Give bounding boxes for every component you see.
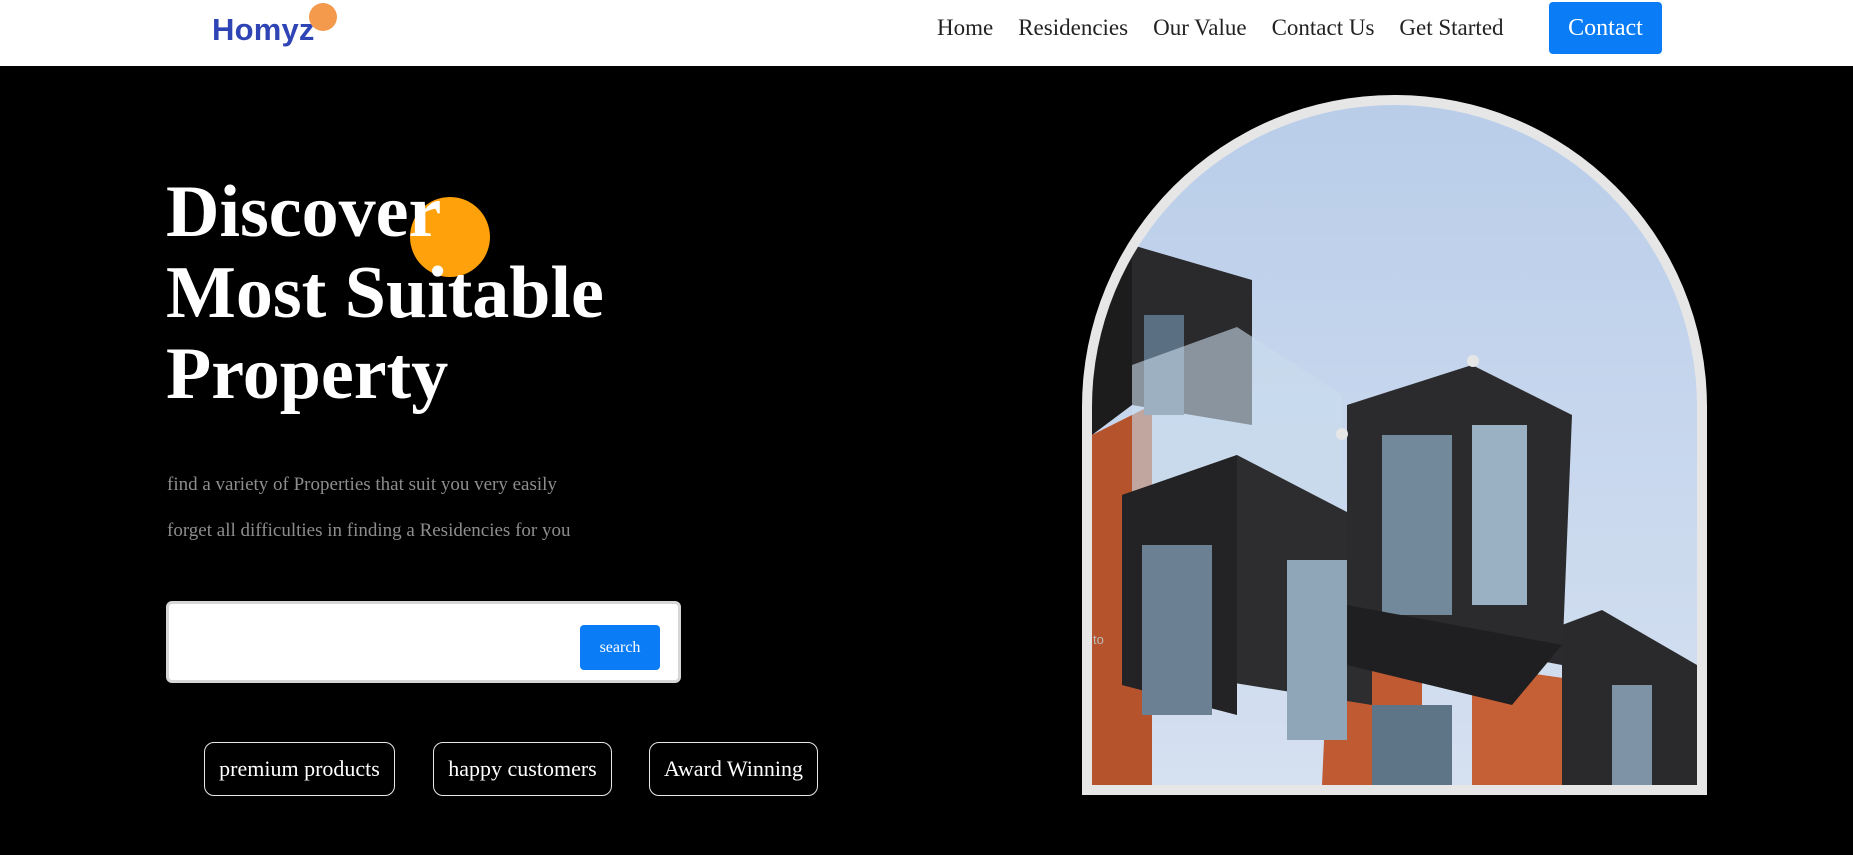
hero-title-line: Discover (166, 171, 442, 253)
search-button[interactable]: search (580, 625, 660, 670)
main-nav: Home Residencies Our Value Contact Us Ge… (937, 0, 1529, 56)
hero-title-line: Property (166, 333, 449, 415)
logo[interactable]: Homyz (212, 3, 342, 56)
badge-award-winning: Award Winning (649, 742, 818, 796)
hero-building-image (1092, 105, 1697, 785)
hero-title: Discover Most Suitable Property (166, 172, 604, 415)
building-illustration (1092, 245, 1697, 785)
nav-residencies[interactable]: Residencies (1018, 15, 1128, 41)
badge-happy-customers: happy customers (433, 742, 612, 796)
hero-image-frame (1082, 95, 1707, 795)
hero-title-line: Most Suitable (166, 252, 604, 334)
nav-home[interactable]: Home (937, 15, 993, 41)
site-header: Homyz Home Residencies Our Value Contact… (0, 0, 1853, 66)
contact-button[interactable]: Contact (1549, 2, 1662, 54)
search-bar: search (166, 601, 681, 683)
logo-dot-icon (309, 3, 337, 31)
nav-contact-us[interactable]: Contact Us (1272, 15, 1375, 41)
image-caption: to (1093, 632, 1104, 647)
badge-premium-products: premium products (204, 742, 395, 796)
nav-our-value[interactable]: Our Value (1153, 15, 1246, 41)
logo-text: Homyz (212, 12, 315, 47)
hero-description-line: find a variety of Properties that suit y… (167, 474, 557, 495)
search-input[interactable] (181, 618, 571, 666)
nav-get-started[interactable]: Get Started (1399, 15, 1503, 41)
hero-description-line: forget all difficulties in finding a Res… (167, 520, 571, 541)
